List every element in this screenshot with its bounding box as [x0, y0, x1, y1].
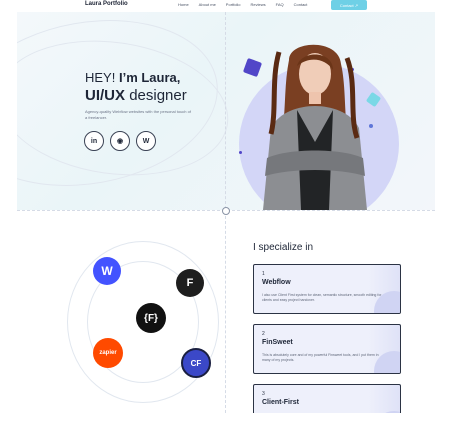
- nav-link-portfolio[interactable]: Portfolio: [226, 2, 241, 7]
- card-description: I also use Client First system for clean…: [262, 293, 382, 302]
- hero-description: Agency-quality Webflow websites with the…: [85, 109, 191, 120]
- nav-link-home[interactable]: Home: [178, 2, 189, 7]
- nav-link-about[interactable]: About me: [199, 2, 216, 7]
- contact-button[interactable]: Contact ↗: [331, 0, 367, 10]
- skill-card-webflow: 1 Webflow I also use Client First system…: [253, 264, 401, 314]
- linkedin-icon[interactable]: in: [84, 131, 104, 151]
- brand-logo[interactable]: Laura Portfolio: [85, 1, 128, 7]
- specialize-heading: I specialize in: [253, 242, 314, 253]
- finsweet-logo: {F}: [136, 303, 166, 333]
- page-gutter: [435, 0, 474, 443]
- card-number: 3: [262, 391, 265, 397]
- social-links: in ◉ W: [84, 131, 156, 151]
- card-number: 2: [262, 331, 265, 337]
- specialize-section: W F {F} zapier CF I specialize in 1 Webf…: [17, 211, 435, 413]
- card-title: Webflow: [262, 279, 291, 286]
- intro-text: I’m Laura,: [118, 70, 181, 85]
- nav-link-contact[interactable]: Contact: [294, 2, 308, 7]
- nav-links: Home About me Portfolio Reviews FAQ Cont…: [178, 2, 317, 7]
- portfolio-page: Laura Portfolio Home About me Portfolio …: [17, 0, 435, 413]
- dot-decoration: [239, 151, 242, 154]
- figma-logo: F: [176, 269, 204, 297]
- card-number: 1: [262, 271, 265, 277]
- webflow-icon[interactable]: W: [136, 131, 156, 151]
- hero-greeting: HEY! I’m Laura,: [85, 70, 180, 85]
- nav-link-reviews[interactable]: Reviews: [250, 2, 265, 7]
- webflow-logo: W: [93, 257, 121, 285]
- hero-section: HEY! I’m Laura, UI/UX designer Agency-qu…: [17, 12, 435, 210]
- skill-card-finsweet: 2 FinSweet This is absolutely core and o…: [253, 324, 401, 374]
- zapier-logo: zapier: [93, 338, 123, 368]
- card-title: FinSweet: [262, 339, 293, 346]
- portrait-photo: [263, 44, 367, 210]
- divider-crosshair: [222, 207, 230, 215]
- dribbble-icon[interactable]: ◉: [110, 131, 130, 151]
- role-rest-text: designer: [129, 87, 187, 104]
- card-title: Client-First: [262, 399, 299, 406]
- skill-card-client-first: 3 Client-First: [253, 384, 401, 413]
- client-first-logo: CF: [181, 348, 211, 378]
- hero-role: UI/UX designer: [85, 87, 187, 104]
- role-bold-text: UI/UX: [85, 87, 126, 104]
- greeting-text: HEY!: [85, 70, 116, 85]
- card-description: This is absolutely core and of my powerf…: [262, 353, 379, 362]
- card-decoration: [374, 411, 400, 413]
- nav-link-faq[interactable]: FAQ: [276, 2, 284, 7]
